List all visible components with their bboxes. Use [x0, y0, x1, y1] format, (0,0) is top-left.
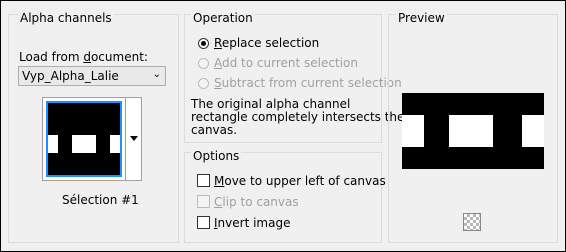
add-to-selection-radio[interactable] — [198, 58, 209, 69]
replace-selection-label[interactable]: Replace selection — [214, 36, 319, 50]
selection-thumbnail[interactable] — [42, 97, 126, 181]
selection-thumbnail-image — [46, 101, 122, 177]
dropdown-arrow-icon — [130, 136, 138, 141]
alpha-channels-title: Alpha channels — [18, 11, 114, 25]
document-dropdown[interactable]: Vyp_Alpha_Lalie ⌄ — [18, 66, 166, 86]
options-title: Options — [191, 149, 242, 163]
document-dropdown-value: Vyp_Alpha_Lalie — [22, 69, 119, 83]
preview-image — [402, 93, 544, 169]
replace-selection-radio[interactable] — [198, 38, 209, 49]
add-to-selection-label[interactable]: Add to current selection — [214, 56, 358, 70]
chevron-down-icon: ⌄ — [152, 69, 161, 80]
move-to-upper-left-label[interactable]: Move to upper left of canvas — [214, 174, 386, 188]
clip-to-canvas-checkbox[interactable] — [197, 195, 210, 208]
operation-message-line1: The original alpha channel — [191, 97, 351, 111]
subtract-from-selection-radio[interactable] — [198, 78, 209, 89]
move-to-upper-left-checkbox[interactable] — [197, 174, 210, 187]
selection-name: Sélection #1 — [62, 193, 139, 207]
invert-image-checkbox[interactable] — [197, 216, 210, 229]
operation-message-line2: rectangle completely intersects the — [191, 110, 405, 124]
preview-title: Preview — [396, 11, 447, 25]
transparency-checker-icon[interactable] — [463, 213, 481, 231]
load-from-document-label: Load from document: — [19, 50, 148, 64]
selection-picker-button[interactable] — [126, 97, 142, 181]
clip-to-canvas-label[interactable]: Clip to canvas — [214, 195, 299, 209]
operation-message-line3: canvas. — [191, 123, 238, 137]
invert-image-label[interactable]: Invert image — [214, 216, 290, 230]
operation-title: Operation — [191, 11, 255, 25]
subtract-from-selection-label[interactable]: Subtract from current selection — [214, 76, 402, 90]
